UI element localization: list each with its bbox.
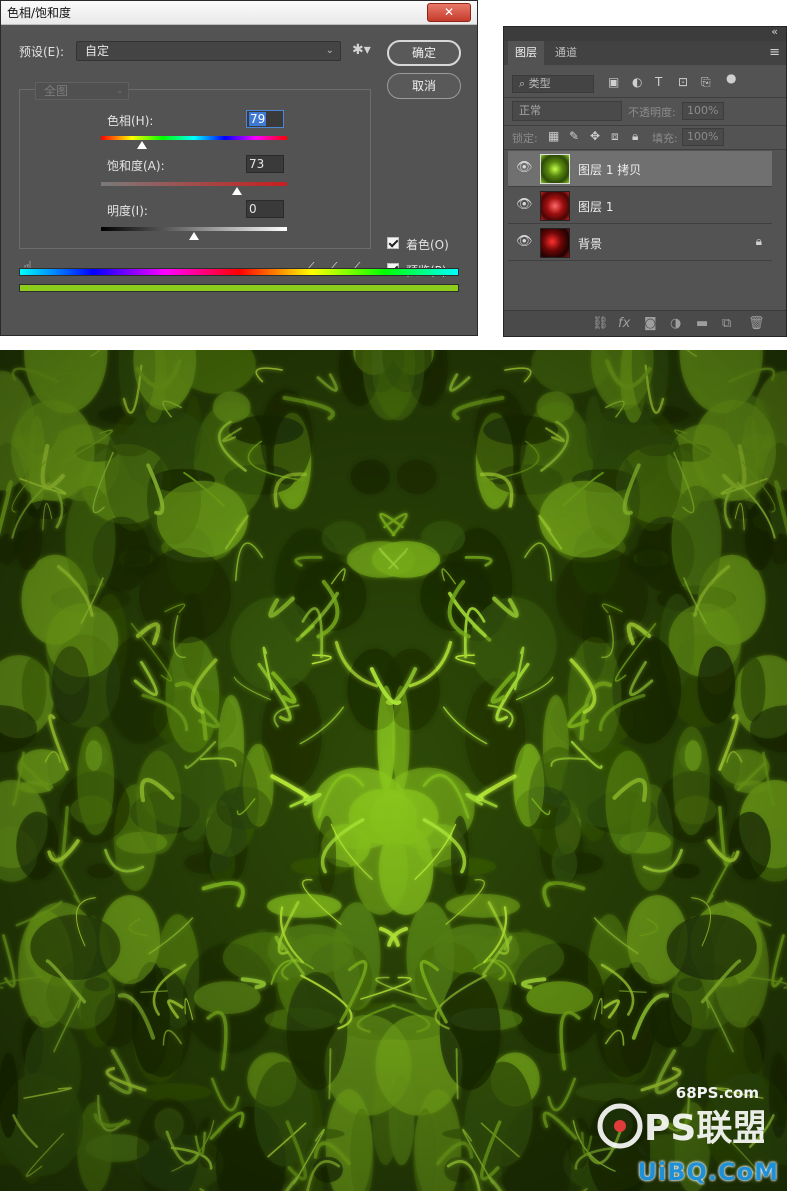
layer-row-layer1-copy[interactable]: 👁︎ 图层 1 拷贝: [508, 151, 772, 187]
divider: [504, 97, 786, 98]
ok-button[interactable]: 确定: [387, 40, 461, 66]
filter-value: 类型: [528, 77, 551, 90]
lock-transparent-icon[interactable]: ▦: [548, 129, 559, 143]
dialog-title-text: 色相/饱和度: [7, 6, 72, 20]
layers-panel: « 图层 通道 ≡ ⌕ 类型 ▣ ◐ T ⊡ ⎘ ● 正常 不透明度: 100%…: [503, 25, 787, 337]
eye-icon[interactable]: 👁︎: [516, 160, 533, 175]
eye-icon[interactable]: 👁︎: [516, 197, 533, 212]
preset-value: 自定: [85, 44, 110, 58]
shape-filter-icon[interactable]: ⊡: [678, 75, 688, 89]
divider: [504, 125, 786, 126]
lock-icon: 🔒︎: [755, 234, 762, 248]
lock-pixels-icon[interactable]: ✎: [569, 129, 579, 143]
hue-saturation-dialog: 色相/饱和度 ✕ 预设(E): 自定 ⌄ ✱▾ 确定 取消 全图 ⌄ 色相(H)…: [0, 0, 478, 336]
chevron-down-icon: ⌄: [115, 85, 124, 96]
lock-position-icon[interactable]: ✥: [590, 129, 600, 143]
collapse-icon[interactable]: «: [771, 25, 778, 38]
layer-thumbnail: [540, 228, 570, 258]
image-filter-icon[interactable]: ▣: [608, 75, 619, 89]
watermark-logo: PS联盟: [597, 1103, 764, 1149]
add-mask-icon[interactable]: ◙: [644, 316, 657, 331]
result-image: [0, 350, 787, 1191]
saturation-slider-thumb[interactable]: [231, 187, 242, 195]
new-layer-icon[interactable]: ⧉: [722, 316, 731, 331]
lightness-value: 0: [249, 202, 257, 216]
lock-label: 锁定:: [512, 132, 538, 145]
layer-thumbnail: [540, 191, 570, 221]
opacity-label: 不透明度:: [628, 106, 676, 119]
trash-icon[interactable]: 🗑︎: [748, 316, 765, 331]
lightness-input[interactable]: 0: [246, 200, 284, 218]
colorize-label: 着色(O): [406, 238, 449, 252]
adjustment-layer-icon[interactable]: ◑: [670, 316, 681, 331]
hue-input[interactable]: 79: [246, 110, 284, 128]
lightness-slider-thumb[interactable]: [189, 232, 199, 240]
opacity-input[interactable]: 100%: [682, 102, 724, 120]
result-color-bar: [19, 284, 459, 292]
layer-thumbnail: [540, 154, 570, 184]
hue-value: 79: [249, 112, 267, 126]
smart-object-filter-icon[interactable]: ⎘: [701, 75, 711, 90]
green-liquid-texture: [0, 350, 787, 1191]
watermark-bottom: UiBQ.CoM: [637, 1158, 779, 1186]
filter-toggle-icon[interactable]: ●: [726, 71, 736, 85]
cancel-button[interactable]: 取消: [387, 73, 461, 99]
colorize-checkbox[interactable]: [387, 237, 399, 249]
search-icon: ⌕: [519, 77, 529, 90]
preset-select[interactable]: 自定 ⌄: [76, 41, 341, 61]
layer-name: 背景: [578, 237, 603, 251]
fill-input[interactable]: 100%: [682, 128, 724, 146]
divider: [504, 149, 786, 150]
fx-icon[interactable]: fx: [618, 316, 630, 331]
layer-name: 图层 1 拷贝: [578, 163, 642, 177]
lock-artboard-icon[interactable]: ⧈: [611, 129, 619, 144]
panel-bottom-bar: ⛓ fx ◙ ◑ ▬ ⧉ 🗑︎: [504, 310, 786, 336]
folder-icon[interactable]: ▬: [696, 316, 708, 331]
dialog-title: 色相/饱和度 ✕: [1, 1, 477, 25]
adjust-group-box: [19, 89, 371, 249]
watermark-site: 68PS.com: [675, 1084, 759, 1102]
close-button[interactable]: ✕: [427, 3, 471, 22]
layer-name: 图层 1: [578, 200, 614, 214]
preset-label: 预设(E):: [19, 45, 64, 59]
hue-slider-track[interactable]: [101, 136, 287, 140]
layer-filter-select[interactable]: ⌕ 类型: [512, 75, 594, 93]
adjustment-filter-icon[interactable]: ◐: [632, 75, 642, 89]
panel-header: «: [504, 25, 786, 41]
saturation-input[interactable]: 73: [246, 155, 284, 173]
channel-value: 全图: [44, 84, 69, 98]
saturation-slider-track[interactable]: [101, 182, 287, 186]
saturation-value: 73: [249, 157, 265, 171]
source-spectrum-bar: [19, 268, 459, 276]
layer-row-background[interactable]: 👁︎ 背景 🔒︎: [508, 225, 772, 261]
tab-layers[interactable]: 图层: [508, 41, 544, 65]
lightness-slider-track[interactable]: [101, 227, 287, 231]
hue-slider-thumb[interactable]: [136, 141, 147, 149]
hue-label: 色相(H):: [107, 114, 154, 128]
saturation-label: 饱和度(A):: [107, 159, 165, 173]
fill-label: 填充:: [652, 132, 678, 145]
dialog-body: 预设(E): 自定 ⌄ ✱▾ 确定 取消 全图 ⌄ 色相(H): 79 饱和度(…: [1, 26, 477, 335]
chevron-down-icon: ⌄: [325, 45, 334, 56]
link-layers-icon[interactable]: ⛓: [592, 316, 609, 331]
blend-mode-select[interactable]: 正常: [512, 101, 622, 121]
type-filter-icon[interactable]: T: [655, 75, 662, 89]
panel-menu-icon[interactable]: ≡: [769, 45, 780, 60]
channel-select[interactable]: 全图 ⌄: [35, 82, 129, 100]
watermark-brand: PS联盟: [644, 1108, 764, 1149]
lock-all-icon[interactable]: 🔒︎: [632, 129, 638, 144]
panel-tabs: 图层 通道 ≡: [504, 41, 786, 65]
lightness-label: 明度(I):: [107, 204, 148, 218]
layer-row-layer1[interactable]: 👁︎ 图层 1: [508, 188, 772, 224]
tab-channels[interactable]: 通道: [548, 41, 584, 65]
eye-icon[interactable]: 👁︎: [516, 234, 533, 249]
gear-icon[interactable]: ✱▾: [352, 42, 371, 58]
